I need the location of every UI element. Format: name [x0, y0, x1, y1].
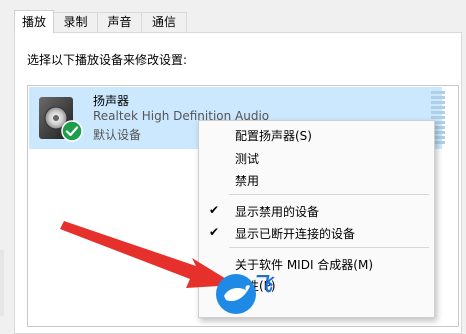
menu-separator: [229, 247, 429, 248]
window-edge: [0, 250, 4, 316]
watermark-text: 飞: [252, 272, 272, 296]
instruction-text: 选择以下播放设备来修改设置:: [27, 53, 188, 67]
device-status: 默认设备: [93, 128, 142, 142]
menu-separator: [229, 194, 429, 195]
menu-item-test[interactable]: 测试: [235, 150, 259, 167]
tab-sounds[interactable]: 声音: [97, 12, 142, 32]
menu-item-show-disconnected[interactable]: 显示已断开连接的设备: [235, 225, 355, 242]
tab-playback[interactable]: 播放: [14, 10, 54, 33]
tab-communications[interactable]: 通信: [141, 12, 187, 32]
check-badge-icon: [61, 120, 83, 142]
check-icon: ✔: [209, 203, 220, 217]
device-name: 扬声器: [93, 94, 130, 108]
tab-recording[interactable]: 录制: [53, 12, 98, 32]
menu-item-disable[interactable]: 禁用: [235, 172, 259, 189]
menu-item-show-disabled[interactable]: 显示禁用的设备: [235, 203, 319, 220]
menu-item-configure-speakers[interactable]: 配置扬声器(S): [235, 127, 312, 144]
check-icon: ✔: [209, 225, 220, 239]
